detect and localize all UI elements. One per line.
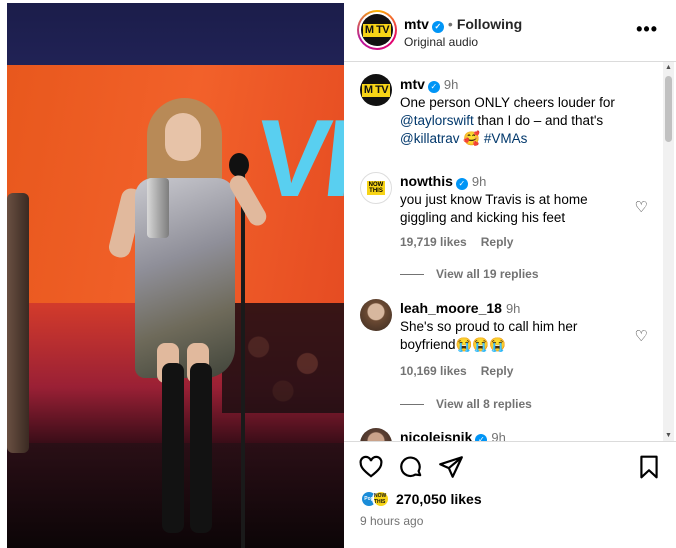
save-bookmark-icon[interactable] xyxy=(636,454,662,480)
post-likes-count[interactable]: 270,050 likes xyxy=(396,491,482,507)
comment-text: you just know Travis is at home giggling… xyxy=(400,192,588,225)
separator-dot: • xyxy=(447,16,453,32)
share-paper-plane-icon[interactable] xyxy=(438,454,464,480)
comment-bubble-icon[interactable] xyxy=(398,454,424,480)
liker-avatar: NOW THIS xyxy=(372,490,390,508)
view-replies-button[interactable]: View all 19 replies xyxy=(400,267,539,281)
nowthis-logo-icon: NOW THIS xyxy=(367,181,385,195)
view-replies-button[interactable]: View all 8 replies xyxy=(400,397,532,411)
scroll-down-arrow-icon[interactable]: ▼ xyxy=(665,432,672,439)
performer-face xyxy=(165,113,201,161)
mtv-logo-icon: M TV xyxy=(362,23,392,37)
verified-badge-icon: ✓ xyxy=(455,178,468,190)
like-comment-heart-icon[interactable]: ♡ xyxy=(635,198,648,216)
caption-avatar[interactable]: M TV xyxy=(360,74,392,106)
more-options-icon[interactable]: ••• xyxy=(636,20,658,38)
caption-text-1: One person ONLY cheers louder for xyxy=(400,95,615,110)
award-trophy xyxy=(147,178,169,238)
comment-meta: 19,719 likes Reply xyxy=(400,235,527,249)
comment-avatar[interactable]: NOW THIS xyxy=(360,172,392,204)
smiling-hearts-emoji: 🥰 xyxy=(463,131,481,146)
mention-taylorswift[interactable]: @taylorswift xyxy=(400,113,474,128)
caption-text-2: than I do – and that's xyxy=(473,113,604,128)
reply-button[interactable]: Reply xyxy=(481,235,514,249)
comment-time: 9h xyxy=(505,301,521,316)
scroll-up-arrow-icon[interactable]: ▲ xyxy=(665,64,672,71)
comment-meta: 10,169 likes Reply xyxy=(400,364,527,378)
comment-username[interactable]: nowthis xyxy=(400,173,453,189)
comment: nowthis ✓ 9h you just know Travis is at ho… xyxy=(400,172,630,227)
like-heart-icon[interactable] xyxy=(358,454,384,480)
comment: nicoleisnik ✓ 9h xyxy=(400,428,630,441)
caption-text: One person ONLY cheers louder for @taylo… xyxy=(400,94,660,148)
author-username[interactable]: mtv xyxy=(404,16,429,32)
comment-time: 9h xyxy=(471,174,487,189)
comments-list[interactable]: M TV mtv ✓ 9h One person ONLY cheers loude… xyxy=(344,62,676,441)
post-side-panel: M TV mtv ✓ • Following Original audio ••• M… xyxy=(344,0,676,548)
header-author-line: mtv ✓ • Following xyxy=(404,16,522,33)
comment-username[interactable]: leah_moore_18 xyxy=(400,300,502,316)
mention-killatrav[interactable]: @killatrav xyxy=(400,131,459,146)
caption-time: 9h xyxy=(443,77,459,92)
comment-time: 9h xyxy=(491,430,506,441)
comment-text: She's so proud to call him her boyfriend… xyxy=(400,319,578,352)
comment-likes[interactable]: 19,719 likes xyxy=(400,235,467,249)
instagram-post: VII M TV mtv ✓ • Following Original audi… xyxy=(0,0,676,548)
post-actions: Pop NOW THIS 270,050 likes 9 hours ago xyxy=(344,441,676,548)
comment-likes[interactable]: 10,169 likes xyxy=(400,364,467,378)
view-replies-label: View all 8 replies xyxy=(436,397,532,411)
performer-boot-left xyxy=(162,363,184,533)
stage-screen-text: VII xyxy=(250,97,344,220)
verified-badge-icon: ✓ xyxy=(475,434,488,441)
post-image[interactable]: VII xyxy=(7,3,344,548)
post-time-ago[interactable]: 9 hours ago xyxy=(360,514,423,528)
comment-avatar[interactable] xyxy=(360,428,392,441)
audio-link[interactable]: Original audio xyxy=(404,35,478,49)
scroll-thumb[interactable] xyxy=(665,76,672,142)
comment-username[interactable]: nicoleisnik xyxy=(400,429,472,441)
mtv-logo-icon: M TV xyxy=(361,83,391,97)
like-comment-heart-icon[interactable]: ♡ xyxy=(635,327,648,345)
reply-button[interactable]: Reply xyxy=(481,364,514,378)
view-replies-label: View all 19 replies xyxy=(436,267,539,281)
caption: mtv ✓ 9h One person ONLY cheers louder for… xyxy=(400,75,660,148)
background-person xyxy=(7,193,29,453)
likes-row[interactable]: Pop NOW THIS 270,050 likes xyxy=(360,490,482,508)
verified-badge-icon: ✓ xyxy=(427,81,440,93)
post-header: M TV mtv ✓ • Following Original audio ••• xyxy=(344,0,676,62)
comments-scrollbar[interactable]: ▲ ▼ xyxy=(663,62,674,441)
comment-avatar[interactable] xyxy=(360,299,392,331)
caption-username[interactable]: mtv xyxy=(400,76,425,92)
hashtag-vmas[interactable]: #VMAs xyxy=(484,131,528,146)
following-button[interactable]: Following xyxy=(457,16,522,32)
comment: leah_moore_18 9h She's so proud to call h… xyxy=(400,299,630,354)
microphone xyxy=(229,153,249,177)
verified-badge-icon: ✓ xyxy=(431,21,444,33)
mic-stand xyxy=(241,173,245,548)
author-avatar[interactable]: M TV xyxy=(357,10,397,50)
performer-boot-right xyxy=(190,363,212,533)
